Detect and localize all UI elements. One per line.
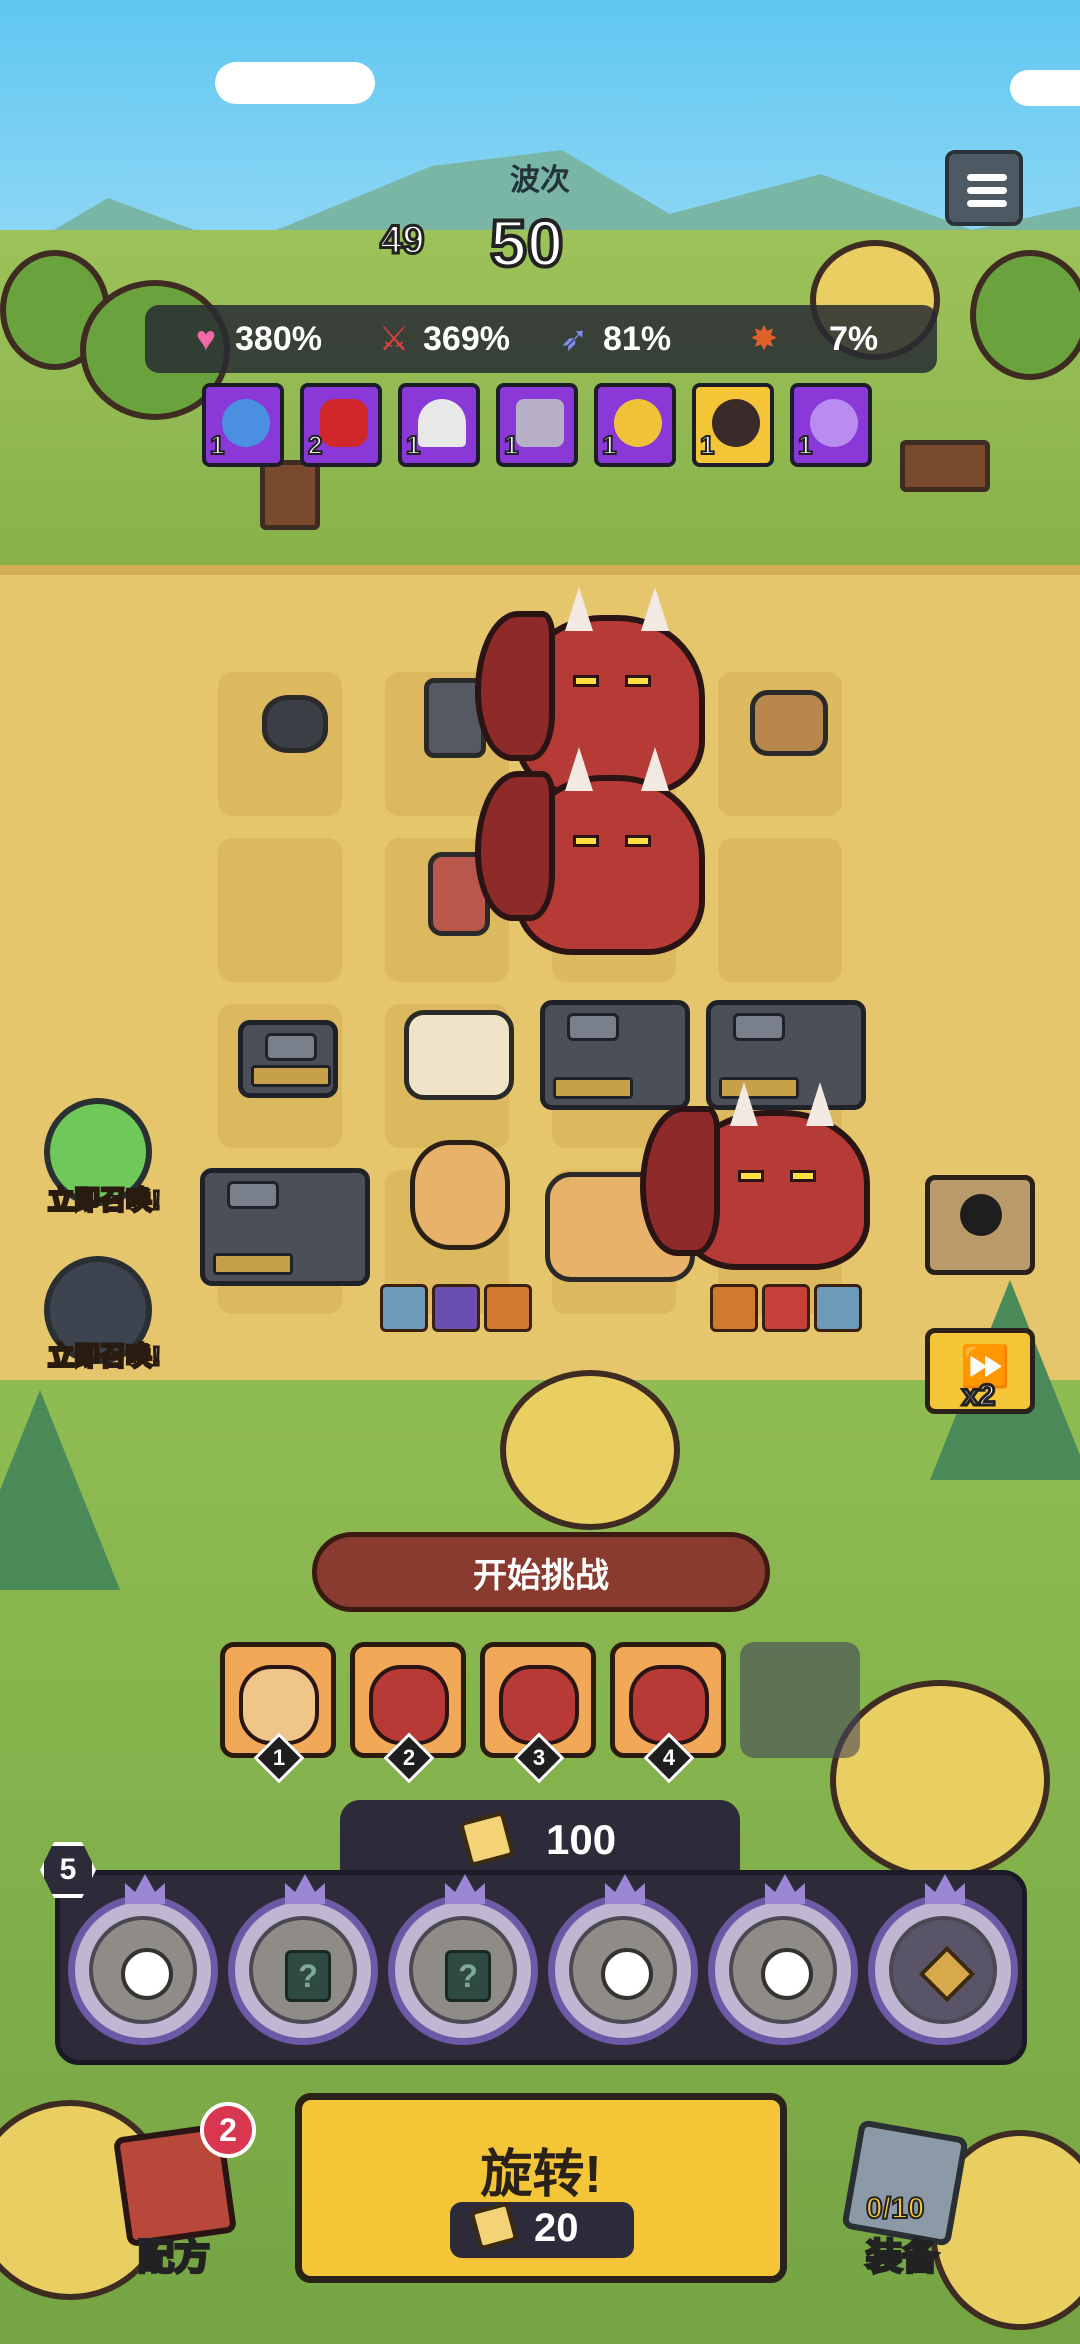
buff-target[interactable]: 1 — [692, 383, 774, 467]
hero-slot[interactable] — [868, 1874, 1018, 2045]
stopwatch-cycle-icon — [222, 399, 270, 447]
equipment-label[interactable]: 装备 — [864, 2228, 939, 2280]
buff-level: 1 — [797, 429, 814, 461]
stat-crit: ✸ 7% — [745, 315, 878, 363]
cloud — [215, 62, 375, 104]
pickaxe-equip-icon — [432, 1284, 480, 1332]
buff-level: 1 — [601, 429, 618, 461]
tank-robot-squad-unit[interactable] — [540, 1000, 690, 1110]
skull-icon — [960, 1194, 1002, 1236]
skull-pin-button[interactable] — [925, 1175, 1035, 1275]
diamond-slot-icon — [918, 1945, 976, 2003]
target-crosshair-icon — [712, 399, 760, 447]
recipe-label[interactable]: 配方 — [136, 2228, 211, 2280]
gold-amount: 100 — [546, 1816, 617, 1863]
wave-previous: 49 — [379, 217, 426, 264]
red-dragon-unit[interactable] — [475, 587, 705, 795]
log — [900, 440, 990, 492]
red-dragon-unit[interactable] — [640, 1082, 870, 1270]
mystery-card-icon: ? — [285, 1950, 331, 2002]
stat-attack: ⚔ 369% — [375, 315, 510, 363]
tree — [970, 250, 1080, 380]
water-drop-equip-icon — [814, 1284, 862, 1332]
cat-hero-unit[interactable] — [410, 1140, 510, 1250]
stat-speed: ➶ 81% — [555, 315, 671, 363]
yellow-bush — [500, 1370, 680, 1530]
board-cell[interactable] — [718, 838, 842, 982]
speed-multiplier: x2 — [960, 1378, 996, 1414]
buff-heart-lightning[interactable]: 1 — [594, 383, 676, 467]
tank-robot-unit[interactable] — [238, 1020, 338, 1098]
sword-icon: ⚔ — [378, 320, 410, 358]
stat-health-value: 380% — [235, 319, 322, 358]
tank-robot-squad-unit[interactable] — [200, 1168, 370, 1286]
stat-attack-value: 369% — [423, 319, 510, 358]
menu-button[interactable] — [945, 150, 1023, 226]
bird-squad-unit[interactable] — [404, 1010, 514, 1100]
buff-level: 2 — [307, 429, 324, 461]
parachute-supply-icon — [418, 399, 466, 447]
speed-toggle-button[interactable]: ⏩ x2 — [925, 1328, 1035, 1414]
recipe-badge: 2 — [200, 2102, 256, 2158]
wave-current: 50 — [488, 204, 565, 282]
critical-burst-icon: ✸ — [749, 320, 779, 358]
archer-unit[interactable] — [750, 690, 828, 756]
hero-slot[interactable] — [708, 1874, 858, 2045]
gold-bar-icon — [469, 2201, 519, 2251]
heart-icon: ♥ — [195, 319, 217, 358]
hero-slot[interactable] — [548, 1874, 698, 2045]
equipment-count: 0/10 — [865, 2191, 925, 2226]
lightning-scroll-icon — [810, 399, 858, 447]
banner-equip-icon — [762, 1284, 810, 1332]
mystery-card-icon: ? — [445, 1950, 491, 2002]
buff-level: 1 — [209, 429, 226, 461]
buff-statues[interactable]: 1 — [496, 383, 578, 467]
buff-blood[interactable]: 2 — [300, 383, 382, 467]
blood-splash-icon — [320, 399, 368, 447]
stat-speed-value: 81% — [603, 319, 672, 358]
cloud — [1010, 70, 1080, 106]
yellow-bush — [830, 1680, 1050, 1880]
buff-level: 1 — [699, 429, 716, 461]
spin-cost: 20 — [450, 2201, 634, 2258]
person-slot-icon — [121, 1948, 173, 2000]
spin-label: 旋转! — [480, 2146, 602, 2204]
person-slot-icon — [601, 1948, 653, 2000]
hero-slot[interactable]: ? — [388, 1874, 538, 2045]
summon-label: 立即召唤! — [47, 1340, 163, 1373]
wave-label: 波次 — [510, 164, 570, 197]
wing-boots-icon: ➶ — [559, 320, 589, 358]
queue-empty-slot — [740, 1642, 860, 1758]
spin-button[interactable]: 旋转! 20 — [295, 2093, 787, 2283]
summon-label: 立即召唤! — [47, 1184, 163, 1217]
start-challenge-button[interactable]: 开始挑战 — [312, 1532, 770, 1612]
spin-cost-value: 20 — [534, 2206, 579, 2250]
stats-bar: ♥ 380% ⚔ 369% ➶ 81% ✸ 7% — [145, 305, 937, 373]
crossbow-equip-icon — [710, 1284, 758, 1332]
water-drop-equip-icon — [380, 1284, 428, 1332]
buff-level: 1 — [503, 429, 520, 461]
buff-parachute[interactable]: 1 — [398, 383, 480, 467]
buff-lightning-scroll[interactable]: 1 — [790, 383, 872, 467]
pine-tree — [0, 1390, 120, 1590]
buff-stopwatch[interactable]: 1 — [202, 383, 284, 467]
crossbow-equip-icon — [484, 1284, 532, 1332]
tree-stump — [260, 460, 320, 530]
stat-crit-value: 7% — [829, 319, 879, 358]
red-dragon-unit[interactable] — [475, 747, 705, 955]
board-cell[interactable] — [218, 838, 342, 982]
summon-statues-icon — [516, 399, 564, 447]
person-slot-icon — [761, 1948, 813, 2000]
heart-lightning-icon — [614, 399, 662, 447]
hero-slot[interactable]: ? — [228, 1874, 378, 2045]
gold-bar-icon — [458, 1810, 516, 1868]
badger-unit[interactable] — [262, 695, 328, 753]
stat-health: ♥ 380% — [187, 315, 322, 363]
buff-level: 1 — [405, 429, 422, 461]
hero-slot[interactable] — [68, 1874, 218, 2045]
